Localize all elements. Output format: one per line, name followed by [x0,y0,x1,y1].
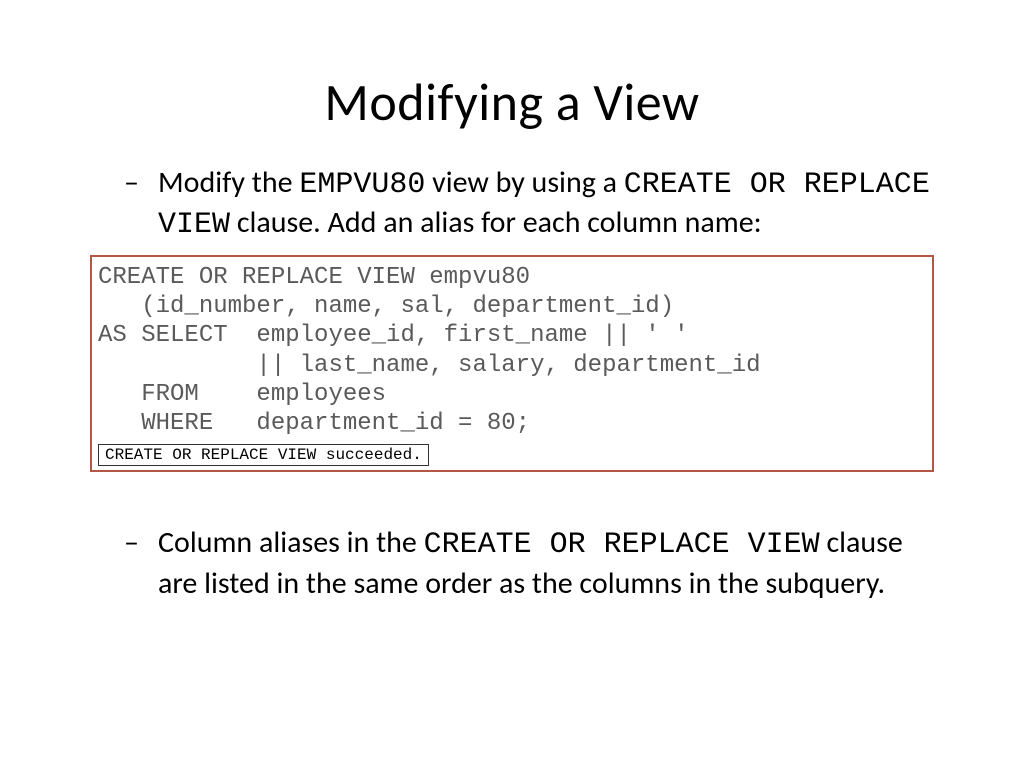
slide-body: Modify the EMPVU80 view by using a CREAT… [0,134,1024,245]
code-status: CREATE OR REPLACE VIEW succeeded. [98,444,429,466]
bullet-2-code-1: CREATE OR REPLACE VIEW [424,528,820,562]
code-content: CREATE OR REPLACE VIEW empvu80 (id_numbe… [98,263,926,439]
bullet-1-text-1: Modify the [158,164,299,201]
slide-title: Modifying a View [0,0,1024,134]
bullet-2-text-1: Column aliases in the [158,524,424,561]
bullet-1: Modify the EMPVU80 view by using a CREAT… [90,164,934,245]
bullet-2: Column aliases in the CREATE OR REPLACE … [90,524,934,603]
code-block: CREATE OR REPLACE VIEW empvu80 (id_numbe… [90,255,934,473]
bullet-1-text-3: clause. Add an alias for each column nam… [237,204,762,241]
bullet-1-text-2: view by using a [432,164,624,201]
slide: Modifying a View Modify the EMPVU80 view… [0,0,1024,768]
slide-body-2: Column aliases in the CREATE OR REPLACE … [0,494,1024,603]
bullet-1-code-1: EMPVU80 [299,168,425,202]
